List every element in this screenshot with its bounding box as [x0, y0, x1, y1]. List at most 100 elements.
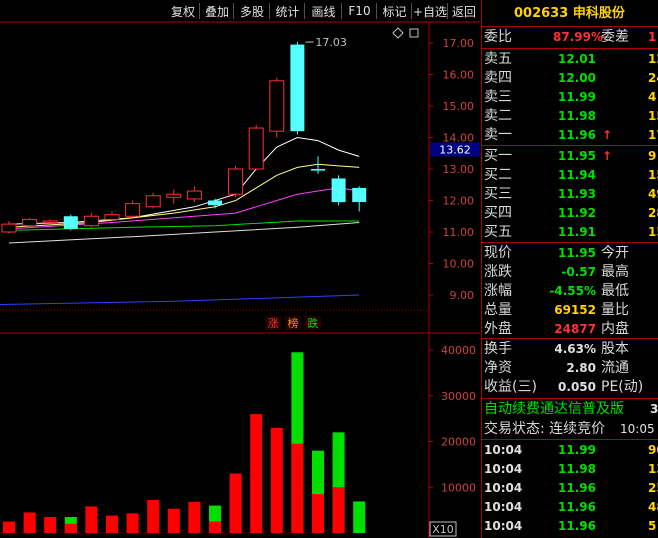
- stat-row: 涨跌 -0.57 最高: [482, 263, 658, 282]
- divider: [482, 242, 658, 243]
- candle-body: [290, 44, 305, 132]
- toolbar-separator: [269, 3, 270, 19]
- trade-status-time: 10:05: [620, 422, 655, 436]
- bid-price: 11.91: [558, 225, 596, 239]
- toolbar-separator: [341, 3, 342, 19]
- volume-bar: [126, 513, 139, 533]
- trade-volume: 90: [648, 443, 658, 457]
- trade-row: 10:04 11.96 255: [482, 479, 658, 498]
- divider: [482, 398, 658, 399]
- toolbar-button-7[interactable]: +自选: [412, 0, 448, 22]
- candle-body: [269, 80, 285, 132]
- trade-time: 10:04: [484, 462, 523, 476]
- ask-price: 11.99: [558, 90, 596, 104]
- ask-row[interactable]: 卖五 12.01 12: [482, 50, 658, 69]
- ask-label: 卖四: [484, 70, 512, 86]
- candle-body: [248, 127, 264, 170]
- trade-volume: 5: [648, 519, 657, 533]
- moving-average-line-1: [8, 163, 360, 228]
- toolbar-separator: [447, 3, 448, 19]
- weibi-row: 委比 87.99% 委差 1: [482, 28, 658, 47]
- volume-bar: [44, 516, 57, 533]
- trade-row: 10:04 11.98 13: [482, 460, 658, 479]
- trade-volume: 255: [648, 481, 658, 495]
- candle-body: [42, 220, 58, 224]
- stat2-label: 收益(三): [484, 379, 537, 395]
- price-tick-label: 9.00: [450, 289, 475, 302]
- trade-status: 交易状态: 连续竞价 10:05: [482, 420, 658, 439]
- stat-row: 总量 69152 量比: [482, 301, 658, 320]
- toolbar-separator: [411, 3, 412, 19]
- volume-bar: [188, 501, 201, 533]
- volume-bar: [250, 414, 263, 533]
- ask-row[interactable]: 卖四 12.00 24: [482, 69, 658, 88]
- current-price-label: 13.62: [439, 143, 471, 156]
- trade-status-label: 交易状态: 连续竞价: [484, 421, 606, 437]
- stat-value: 11.95: [558, 246, 596, 260]
- weibi-value: 87.99%: [553, 30, 603, 44]
- volume-bar: [167, 508, 180, 533]
- bid-row[interactable]: 买五 11.91 157: [482, 223, 658, 242]
- toolbar-button-1[interactable]: 叠加: [200, 0, 234, 22]
- diamond-marker: [392, 27, 404, 39]
- candle-body: [228, 168, 244, 195]
- candle-body: [352, 187, 367, 203]
- toolbar-button-2[interactable]: 多股: [234, 0, 270, 22]
- volume-bar: [270, 427, 283, 533]
- ask-volume: 24: [648, 71, 658, 85]
- high-price-label: 17.03: [315, 36, 347, 49]
- candle-body: [208, 200, 222, 206]
- bid-label: 买一: [484, 148, 512, 164]
- price-tick-label: 11.00: [443, 226, 475, 239]
- toolbar-button-3[interactable]: 统计: [270, 0, 305, 22]
- stat-label: 现价: [484, 245, 512, 261]
- trade-time: 10:04: [484, 481, 523, 495]
- toolbar-button-8[interactable]: 返回: [448, 0, 480, 22]
- candle-body: [186, 190, 202, 200]
- toolbar-button-5[interactable]: F10: [342, 0, 377, 22]
- bid-row[interactable]: 买一 11.95 ↑ 9: [482, 147, 658, 166]
- volume-bar-overlap: [291, 443, 304, 533]
- stat2-row: 收益(三) 0.050 PE(动): [482, 378, 658, 397]
- toolbar-separator: [304, 3, 305, 19]
- volume-bar: [3, 521, 15, 533]
- candle-body: [331, 178, 346, 203]
- up-arrow-icon: ↑: [602, 128, 613, 142]
- indicator-tag: 跌: [308, 316, 319, 330]
- ask-label: 卖二: [484, 108, 512, 124]
- toolbar-button-4[interactable]: 画线: [305, 0, 342, 22]
- bid-price: 11.95: [558, 149, 596, 163]
- candle-body: [311, 169, 325, 171]
- ask-row[interactable]: 卖一 11.96 ↑ 17: [482, 126, 658, 145]
- ask-row[interactable]: 卖二 11.98 15: [482, 107, 658, 126]
- bid-row[interactable]: 买四 11.92 287: [482, 204, 658, 223]
- bid-row[interactable]: 买二 11.94 159: [482, 166, 658, 185]
- stat-label-2: 今开: [601, 245, 629, 261]
- weibi-label: 委比: [484, 29, 512, 45]
- toolbar-button-0[interactable]: 复权: [166, 0, 200, 22]
- stock-code: 002633: [514, 6, 569, 21]
- toolbar-separator: [199, 3, 200, 19]
- candle-body: [1, 223, 17, 233]
- kline-chart[interactable]: 17.00 16.00 15.00 14.00 13.00 12.00 11.00 10.00…: [0, 0, 480, 538]
- candle-body: [104, 214, 120, 220]
- ask-label: 卖三: [484, 89, 512, 105]
- bid-row[interactable]: 买三 11.93 494: [482, 185, 658, 204]
- indicator-tag: 榜: [288, 316, 299, 330]
- indicator-tag: 涨: [268, 317, 279, 330]
- trade-price: 11.96: [558, 519, 596, 533]
- volume-bar: [85, 506, 98, 533]
- stat2-label-2: PE(动): [601, 379, 644, 395]
- stat2-value: 0.050: [558, 380, 596, 394]
- ask-price: 12.00: [558, 71, 596, 85]
- ask-price: 11.98: [558, 109, 596, 123]
- chart-canvas[interactable]: 17.0016.0015.0014.0013.0012.0011.0010.00…: [0, 0, 480, 538]
- ask-volume: 4: [648, 90, 657, 104]
- trade-time: 10:04: [484, 500, 523, 514]
- bid-volume: 159: [648, 168, 658, 182]
- toolbar-button-6[interactable]: 标记: [377, 0, 412, 22]
- scroll-ticker[interactable]: 自动续费通达信普及版 3: [482, 400, 658, 419]
- stat-value: -0.57: [561, 265, 596, 279]
- ask-row[interactable]: 卖三 11.99 4: [482, 88, 658, 107]
- volume-tick-label: 40000: [441, 344, 476, 357]
